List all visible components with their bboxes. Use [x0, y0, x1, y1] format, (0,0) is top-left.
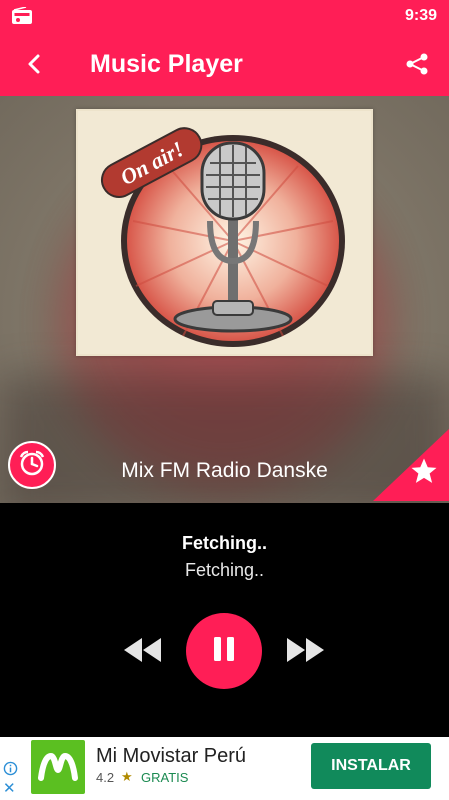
status-time: 9:39 — [404, 7, 437, 24]
share-icon — [405, 52, 429, 81]
chevron-left-icon — [27, 53, 41, 80]
fast-forward-button[interactable] — [285, 636, 325, 669]
pause-icon — [210, 635, 238, 668]
track-title: Fetching.. — [182, 533, 267, 553]
album-cover: On air! — [76, 109, 373, 356]
share-button[interactable] — [401, 50, 433, 82]
radio-icon — [12, 6, 32, 29]
fast-forward-icon — [285, 638, 325, 668]
page-title: Music Player — [90, 50, 243, 78]
player-panel: Fetching.. Fetching.. — [0, 503, 449, 737]
rewind-icon — [123, 638, 163, 668]
ad-banner[interactable]: ✕ Mi Movistar Perú 4.2 ★ GRATIS INSTALAR — [0, 737, 449, 800]
install-button[interactable]: INSTALAR — [311, 743, 431, 789]
ad-info-icon[interactable] — [3, 761, 18, 781]
movistar-logo — [31, 740, 85, 794]
ad-rating: 4.2 — [96, 770, 115, 785]
ad-app-name: Mi Movistar Perú — [96, 745, 247, 767]
star-icon[interactable] — [409, 456, 439, 491]
favorite-corner — [373, 429, 449, 501]
ad-price: GRATIS — [141, 770, 189, 785]
app-bar: Music Player — [0, 32, 449, 96]
rating-star-icon: ★ — [121, 769, 133, 784]
back-button[interactable] — [18, 50, 50, 82]
ad-close-icon[interactable]: ✕ — [3, 781, 16, 796]
rewind-button[interactable] — [123, 636, 163, 669]
status-bar: 9:39 — [0, 0, 449, 32]
track-subtitle: Fetching.. — [184, 560, 265, 580]
pause-button[interactable] — [186, 613, 262, 689]
music-player-screen: 9:39 Music Player On air! Mix FM Radio D… — [0, 0, 449, 800]
